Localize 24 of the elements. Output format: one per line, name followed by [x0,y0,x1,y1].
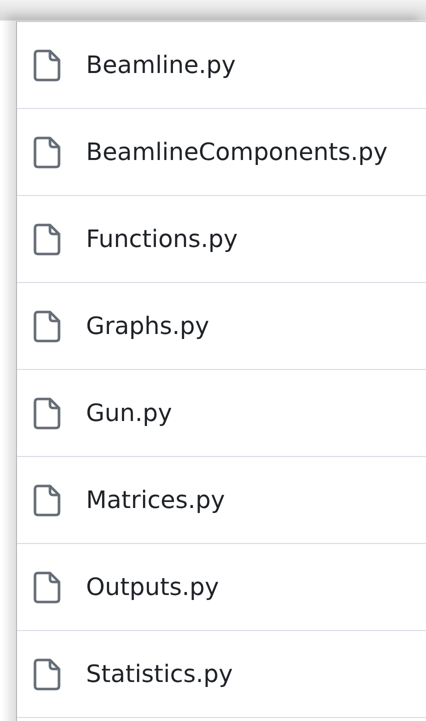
file-name[interactable]: Beamline.py [86,51,236,79]
file-row[interactable]: Statistics.py [17,631,426,718]
file-row[interactable]: Outputs.py [17,544,426,631]
file-row[interactable]: BeamlineComponents.py [17,109,426,196]
file-icon [33,310,61,342]
file-name[interactable]: BeamlineComponents.py [86,138,388,166]
file-name[interactable]: Graphs.py [86,312,210,340]
file-name[interactable]: Statistics.py [86,660,233,688]
file-name[interactable]: Outputs.py [86,573,219,601]
file-icon [33,48,61,82]
file-name[interactable]: Gun.py [86,399,172,427]
file-row[interactable]: Functions.py [17,196,426,283]
file-icon [33,396,61,430]
file-icon [33,222,61,256]
file-name[interactable]: Functions.py [86,225,238,253]
file-icon [33,658,61,690]
file-icon [33,136,61,168]
file-row[interactable]: Gun.py [17,370,426,457]
file-row[interactable]: Beamline.py [17,22,426,109]
file-row[interactable]: Matrices.py [17,457,426,544]
file-icon [33,570,61,604]
file-row[interactable]: Graphs.py [17,283,426,370]
file-name[interactable]: Matrices.py [86,486,225,514]
file-icon [33,484,61,516]
